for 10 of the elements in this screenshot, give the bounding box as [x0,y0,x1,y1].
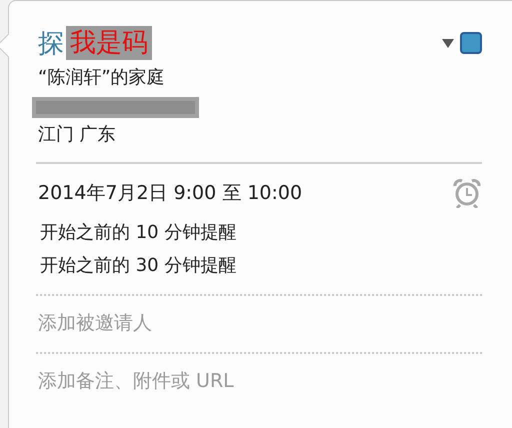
calendar-color-swatch[interactable] [460,32,482,54]
alert-reminder[interactable]: 开始之前的 10 分钟提醒 [38,216,482,249]
dropdown-caret-icon[interactable] [442,38,454,48]
alert-reminder[interactable]: 开始之前的 30 分钟提醒 [38,249,482,282]
event-time[interactable]: 2014年7月2日 9:00 至 10:00 [38,180,302,206]
event-location[interactable]: 江门 广东 [38,122,482,148]
title-annotation: 我是码 [66,26,152,60]
alarm-clock-icon [452,178,482,208]
event-title[interactable]: 探 [38,26,64,60]
calendar-name: “陈润轩”的家庭 [38,66,166,90]
